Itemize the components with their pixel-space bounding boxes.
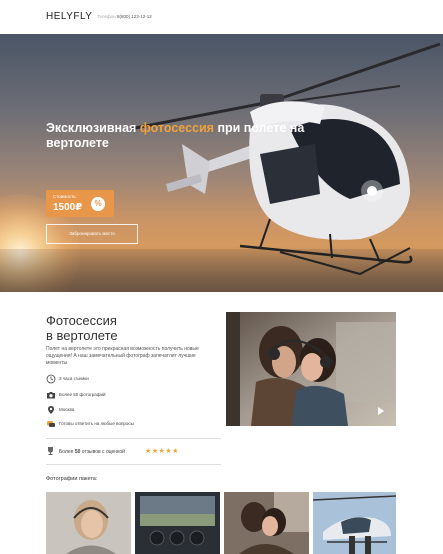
hero-title: Эксклюзивная фотосессия при полете на ве… <box>46 121 326 151</box>
photosession-section: Фотосессия в вертолете Полет на вертолет… <box>0 292 443 554</box>
phone-label: Телефон: <box>97 14 117 19</box>
helicopter-image <box>129 42 441 276</box>
price-box: Стоимость: 1500₽ % <box>46 190 114 217</box>
package-photo-thumbnail[interactable] <box>224 492 309 554</box>
package-photo-thumbnail[interactable] <box>46 492 131 554</box>
chat-icon <box>47 421 55 427</box>
feature-text: Готовы ответить на любые вопросы <box>59 421 134 426</box>
site-header: HELYFLY Телефон: 8(800) 123-12-12 <box>0 0 443 35</box>
section-description: Полет на вертолете это прекрасная возмож… <box>46 346 199 366</box>
section-title-line2: в вертолете <box>46 328 118 343</box>
reviews-prefix: Более <box>59 449 75 455</box>
price-label: Стоимость: <box>53 194 77 199</box>
reviews-text: Более 50 отзывов с оценкой <box>59 449 125 455</box>
trophy-icon <box>48 447 53 455</box>
hero-title-part1: Эксклюзивная <box>46 121 140 135</box>
section-title: Фотосессия в вертолете <box>46 313 206 343</box>
reviews-summary: Более 50 отзывов с оценкой ★★★★★ <box>46 446 226 458</box>
book-seat-button[interactable]: Забронировать место <box>46 224 138 244</box>
feature-text: Москва <box>59 407 75 412</box>
rating-stars: ★★★★★ <box>145 448 179 455</box>
divider <box>46 438 221 439</box>
site-logo[interactable]: HELYFLY <box>46 11 92 22</box>
price-value: 1500₽ <box>53 202 83 213</box>
package-photo-thumbnail[interactable] <box>135 492 220 554</box>
couple-photo[interactable] <box>226 312 396 426</box>
discount-badge: % <box>91 197 105 211</box>
packages-label: Фотографии пакета: <box>46 476 98 482</box>
clock-icon <box>46 374 56 384</box>
camera-icon <box>47 392 55 399</box>
feature-text: Более 50 фотографий <box>59 392 106 397</box>
hero-title-accent: фотосессия <box>139 121 214 135</box>
divider <box>46 464 221 465</box>
location-pin-icon <box>48 406 54 414</box>
reviews-suffix: отзывов с оценкой <box>80 449 125 455</box>
feature-text: 3 часа съемки <box>59 376 89 381</box>
section-title-line1: Фотосессия <box>46 313 117 328</box>
hero-banner: Эксклюзивная фотосессия при полете на ве… <box>0 34 443 292</box>
package-photo-thumbnail[interactable] <box>313 492 396 554</box>
phone-number-link[interactable]: 8(800) 123-12-12 <box>117 14 152 19</box>
